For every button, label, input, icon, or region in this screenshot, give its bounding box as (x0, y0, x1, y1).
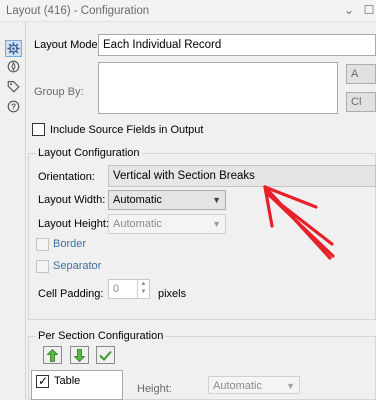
compass-icon[interactable] (5, 58, 22, 75)
layout-mode-field[interactable]: Each Individual Record (98, 34, 376, 56)
include-source-checkbox[interactable] (32, 123, 45, 136)
orientation-label: Orientation: (38, 171, 95, 183)
group-by-label: Group By: (34, 86, 84, 98)
arrow-up-icon (47, 348, 58, 362)
window-title: Layout (416) - Configuration (6, 5, 150, 17)
section-list[interactable]: Table (31, 370, 123, 400)
cell-padding-stepper[interactable]: 0 ▲ ▼ (108, 279, 150, 299)
layout-width-value: Automatic (113, 194, 162, 206)
chevron-down-icon: ▼ (286, 381, 295, 391)
stepper-arrows-icon[interactable]: ▲ ▼ (137, 280, 149, 298)
sidebar: ? (0, 22, 26, 400)
gear-icon[interactable] (5, 40, 22, 57)
border-checkbox[interactable] (36, 238, 49, 251)
include-source-label: Include Source Fields in Output (50, 124, 204, 136)
layout-width-dropdown[interactable]: Automatic ▼ (108, 190, 226, 210)
orientation-dropdown[interactable]: Vertical with Section Breaks (108, 165, 376, 187)
section-height-value: Automatic (213, 380, 262, 392)
layout-height-dropdown[interactable]: Automatic ▼ (108, 214, 226, 234)
separator-label: Separator (53, 260, 102, 272)
chevron-down-icon: ▼ (212, 219, 221, 229)
layout-height-value: Automatic (113, 218, 162, 230)
layout-config-title: Layout Configuration (36, 147, 142, 159)
svg-text:?: ? (11, 102, 16, 111)
cell-padding-label: Cell Padding: (38, 288, 104, 300)
cell-padding-unit: pixels (158, 288, 187, 300)
move-down-button[interactable] (70, 346, 89, 364)
move-up-button[interactable] (43, 346, 62, 364)
section-height-dropdown[interactable]: Automatic ▼ (208, 376, 300, 394)
layout-height-label: Layout Height: (38, 218, 109, 230)
cell-padding-value: 0 (113, 283, 120, 295)
chevron-down-icon: ▼ (212, 195, 221, 205)
border-label: Border (53, 238, 87, 250)
arrow-down-icon (74, 348, 85, 362)
table-item-label: Table (54, 375, 81, 387)
check-all-button[interactable] (96, 346, 115, 364)
chevron-down-icon[interactable]: ⌄ (342, 3, 356, 17)
title-bar: Layout (416) - Configuration ⌄ ☐ (0, 0, 376, 22)
table-checkbox[interactable] (36, 374, 49, 388)
group-by-add-button[interactable]: A (346, 64, 376, 84)
group-by-list[interactable] (98, 62, 338, 114)
help-icon[interactable]: ? (5, 98, 22, 115)
per-section-title: Per Section Configuration (36, 330, 166, 342)
layout-mode-label: Layout Mode: (34, 39, 101, 51)
checkmark-icon (99, 350, 112, 361)
separator-checkbox[interactable] (36, 260, 49, 273)
tag-icon[interactable] (5, 78, 22, 95)
pin-icon[interactable]: ☐ (362, 3, 376, 17)
height-label: Height: (137, 383, 172, 395)
layout-width-label: Layout Width: (38, 194, 106, 206)
group-by-clear-button[interactable]: Cl (346, 92, 376, 112)
